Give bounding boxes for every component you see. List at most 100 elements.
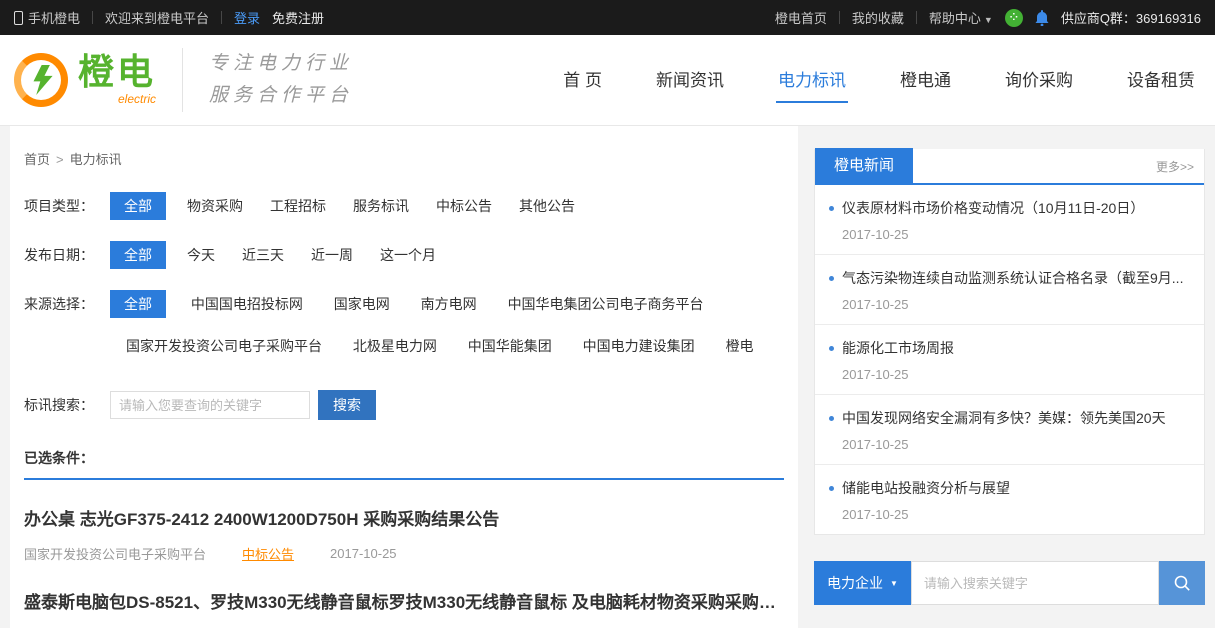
main-nav: 首 页 新闻资讯 电力标讯 橙电通 询价采购 设备租赁 — [561, 58, 1201, 103]
site-tagline: 专注电力行业 服务合作平台 — [182, 48, 353, 113]
enterprise-search-input[interactable] — [911, 561, 1159, 605]
filter-option[interactable]: 中国华电集团公司电子商务平台 — [508, 290, 704, 318]
filter-option[interactable]: 中标公告 — [436, 192, 492, 220]
left-panel: 首页 > 电力标讯 项目类型： 全部 物资采购 工程招标 服务标讯 中标公告 其他公… — [10, 125, 798, 628]
divider — [221, 11, 222, 24]
news-title-link[interactable]: 中国发现网络安全漏洞有多快？美媒：领先美国20天 — [829, 408, 1190, 428]
filter-option[interactable]: 这一个月 — [380, 241, 436, 269]
result-date: 2017-10-25 — [330, 546, 397, 561]
news-title-link[interactable]: 储能电站投融资分析与展望 — [829, 478, 1190, 498]
welcome-text: 欢迎来到橙电平台 — [105, 8, 209, 27]
filter-option[interactable]: 物资采购 — [187, 192, 243, 220]
topbar-right: 橙电首页 我的收藏 帮助中心▼ ⁘ 供应商Q群：369169316 — [775, 8, 1201, 27]
news-tab: 橙电新闻 — [815, 148, 913, 184]
wechat-icon[interactable]: ⁘ — [1005, 9, 1023, 27]
bell-icon[interactable] — [1035, 10, 1049, 26]
news-date: 2017-10-25 — [842, 367, 1190, 382]
register-link[interactable]: 免费注册 — [272, 8, 324, 27]
selected-conditions-bar: 已选条件： — [24, 448, 784, 480]
nav-news[interactable]: 新闻资讯 — [654, 58, 726, 103]
nav-home[interactable]: 首 页 — [561, 58, 604, 103]
tender-search-row: 标讯搜索： 搜索 — [24, 390, 784, 420]
mobile-app-link[interactable]: 手机橙电 — [14, 8, 80, 27]
lightning-logo-icon — [14, 53, 68, 107]
logo-text-block: 橙电 electric — [78, 54, 156, 106]
result-source: 国家开发投资公司电子采购平台 — [24, 544, 206, 563]
news-date: 2017-10-25 — [842, 227, 1190, 242]
filter-option[interactable]: 国家电网 — [334, 290, 390, 318]
site-header: 橙电 electric 专注电力行业 服务合作平台 首 页 新闻资讯 电力标讯 … — [0, 35, 1215, 125]
help-center-link[interactable]: 帮助中心▼ — [929, 8, 993, 27]
filter-option[interactable]: 其他公告 — [519, 192, 575, 220]
nav-equipment-rental[interactable]: 设备租赁 — [1125, 58, 1197, 103]
news-title-link[interactable]: 能源化工市场周报 — [829, 338, 1190, 358]
result-title-link[interactable]: 盛泰斯电脑包DS-8521、罗技M330无线静音鼠标罗技M330无线静音鼠标 及… — [24, 588, 784, 613]
topbar: 手机橙电 欢迎来到橙电平台 登录 免费注册 橙电首页 我的收藏 帮助中心▼ ⁘ … — [0, 0, 1215, 35]
filter-source: 来源选择： 全部 中国国电招投标网 国家电网 南方电网 中国华电集团公司电子商务… — [24, 290, 784, 360]
breadcrumb-separator: > — [56, 152, 64, 167]
chevron-down-icon: ▼ — [984, 15, 993, 25]
filter-option[interactable]: 南方电网 — [421, 290, 477, 318]
news-item: 仪表原材料市场价格变动情况（10月11日-20日） 2017-10-25 — [815, 185, 1204, 255]
topbar-left: 手机橙电 欢迎来到橙电平台 登录 免费注册 — [14, 8, 324, 27]
tagline-line1: 专注电力行业 — [209, 48, 353, 80]
enterprise-category-dropdown[interactable]: 电力企业 ▼ — [814, 561, 911, 605]
news-header: 橙电新闻 更多>> — [815, 149, 1204, 185]
filter-option-all[interactable]: 全部 — [110, 241, 166, 269]
news-more-link[interactable]: 更多>> — [1156, 158, 1194, 175]
filter-option[interactable]: 国家开发投资公司电子采购平台 — [126, 332, 322, 360]
nav-chengdiantong[interactable]: 橙电通 — [898, 58, 953, 103]
favorites-link[interactable]: 我的收藏 — [852, 8, 904, 27]
filter-label: 发布日期： — [24, 241, 110, 269]
divider — [92, 11, 93, 24]
supplier-qq-text: 供应商Q群：369169316 — [1061, 8, 1201, 27]
result-title-link[interactable]: 办公桌 志光GF375-2412 2400W1200D750H 采购采购结果公告 — [24, 505, 784, 530]
login-link[interactable]: 登录 — [234, 8, 260, 27]
breadcrumb-home[interactable]: 首页 — [24, 152, 50, 167]
result-tag-link[interactable]: 中标公告 — [242, 544, 294, 563]
breadcrumb-current: 电力标讯 — [70, 152, 122, 167]
site-logo[interactable]: 橙电 electric — [14, 53, 156, 107]
news-title-link[interactable]: 气态污染物连续自动监测系统认证合格名录（截至9月... — [829, 268, 1190, 288]
nav-power-tenders[interactable]: 电力标讯 — [776, 58, 848, 103]
filter-option[interactable]: 近三天 — [242, 241, 284, 269]
bullet-icon — [829, 206, 834, 211]
filter-option-all[interactable]: 全部 — [110, 192, 166, 220]
result-item: 盛泰斯电脑包DS-8521、罗技M330无线静音鼠标罗技M330无线静音鼠标 及… — [24, 563, 784, 628]
filter-option[interactable]: 近一周 — [311, 241, 353, 269]
news-item: 气态污染物连续自动监测系统认证合格名录（截至9月... 2017-10-25 — [815, 255, 1204, 325]
news-date: 2017-10-25 — [842, 507, 1190, 522]
filter-option[interactable]: 今天 — [187, 241, 215, 269]
news-date: 2017-10-25 — [842, 297, 1190, 312]
result-item: 办公桌 志光GF375-2412 2400W1200D750H 采购采购结果公告… — [24, 480, 784, 563]
filter-option[interactable]: 北极星电力网 — [353, 332, 437, 360]
divider — [839, 11, 840, 24]
enterprise-search-bar: 电力企业 ▼ — [814, 561, 1205, 605]
selected-conditions-label: 已选条件： — [24, 450, 94, 466]
logo-text: 橙电 — [78, 51, 156, 92]
source-options-row1: 全部 中国国电招投标网 国家电网 南方电网 中国华电集团公司电子商务平台 — [110, 290, 781, 318]
filter-option[interactable]: 橙电 — [726, 332, 754, 360]
bullet-icon — [829, 416, 834, 421]
filter-option[interactable]: 中国国电招投标网 — [191, 290, 303, 318]
nav-inquiry-purchase[interactable]: 询价采购 — [1003, 58, 1075, 103]
news-title-link[interactable]: 仪表原材料市场价格变动情况（10月11日-20日） — [829, 198, 1190, 218]
search-icon — [1173, 574, 1191, 592]
news-box: 橙电新闻 更多>> 仪表原材料市场价格变动情况（10月11日-20日） 2017… — [814, 149, 1205, 535]
filter-project-type: 项目类型： 全部 物资采购 工程招标 服务标讯 中标公告 其他公告 — [24, 192, 784, 220]
filter-option[interactable]: 中国华能集团 — [468, 332, 552, 360]
result-meta: 国家开发投资公司电子采购平台 中标公告 2017-10-25 — [24, 544, 784, 563]
chevron-down-icon: ▼ — [890, 579, 898, 588]
site-home-link[interactable]: 橙电首页 — [775, 8, 827, 27]
filter-option[interactable]: 中国电力建设集团 — [583, 332, 695, 360]
bullet-icon — [829, 276, 834, 281]
divider — [916, 11, 917, 24]
filter-option[interactable]: 工程招标 — [270, 192, 326, 220]
tender-search-input[interactable] — [110, 391, 310, 419]
filter-option[interactable]: 服务标讯 — [353, 192, 409, 220]
filter-option-all[interactable]: 全部 — [110, 290, 166, 318]
tender-search-button[interactable]: 搜索 — [318, 390, 376, 420]
filter-label: 项目类型： — [24, 192, 110, 220]
news-item: 能源化工市场周报 2017-10-25 — [815, 325, 1204, 395]
enterprise-search-button[interactable] — [1159, 561, 1205, 605]
